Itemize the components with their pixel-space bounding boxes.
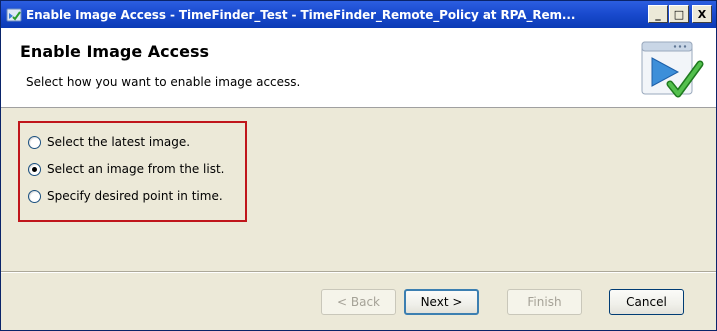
option-label: Select an image from the list. bbox=[47, 162, 225, 176]
next-button[interactable]: Next > bbox=[404, 289, 479, 315]
title-bar[interactable]: Enable Image Access - TimeFinder_Test - … bbox=[1, 1, 716, 28]
option-label: Select the latest image. bbox=[47, 135, 191, 149]
wizard-app-icon bbox=[6, 8, 22, 21]
close-icon: X bbox=[697, 7, 707, 21]
wizard-header: Enable Image Access Select how you want … bbox=[1, 28, 716, 108]
window-controls: _ □ X bbox=[648, 5, 712, 23]
minimize-icon: _ bbox=[655, 7, 661, 21]
cancel-button[interactable]: Cancel bbox=[609, 289, 684, 315]
page-title: Enable Image Access bbox=[20, 42, 210, 61]
maximize-button[interactable]: □ bbox=[669, 5, 689, 23]
image-access-options: Select the latest image. Select an image… bbox=[18, 121, 247, 222]
option-label: Specify desired point in time. bbox=[47, 189, 223, 203]
wizard-footer: < Back Next > Finish Cancel bbox=[1, 273, 716, 330]
wizard-window: Enable Image Access - TimeFinder_Test - … bbox=[0, 0, 717, 331]
radio-point-in-time[interactable] bbox=[28, 189, 41, 203]
maximize-icon: □ bbox=[673, 7, 685, 21]
window-title: Enable Image Access - TimeFinder_Test - … bbox=[26, 7, 576, 22]
option-latest-image[interactable]: Select the latest image. bbox=[28, 134, 190, 150]
minimize-button[interactable]: _ bbox=[648, 5, 668, 23]
radio-image-from-list[interactable] bbox=[28, 162, 41, 176]
wizard-content: Select the latest image. Select an image… bbox=[1, 109, 716, 271]
page-subtitle: Select how you want to enable image acce… bbox=[26, 75, 301, 89]
option-image-from-list[interactable]: Select an image from the list. bbox=[28, 161, 225, 177]
back-button[interactable]: < Back bbox=[321, 289, 396, 315]
wizard-checkmark-graphic bbox=[641, 41, 704, 98]
close-button[interactable]: X bbox=[692, 5, 712, 23]
radio-latest-image[interactable] bbox=[28, 135, 41, 149]
option-point-in-time[interactable]: Specify desired point in time. bbox=[28, 188, 223, 204]
finish-button[interactable]: Finish bbox=[507, 289, 582, 315]
